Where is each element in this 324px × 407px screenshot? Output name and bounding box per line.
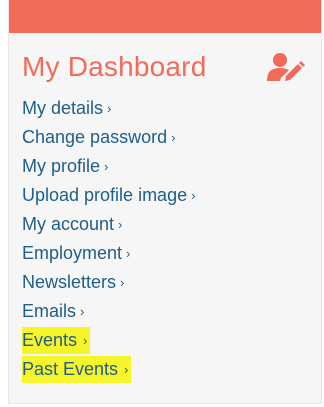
menu-item-label[interactable]: My details bbox=[22, 98, 103, 118]
chevron-right-icon: › bbox=[118, 217, 123, 232]
menu-item-label[interactable]: Past Events bbox=[22, 357, 121, 382]
chevron-right-icon: › bbox=[124, 362, 129, 377]
menu-item-past-events[interactable]: Past Events › bbox=[22, 355, 195, 384]
menu-item-events[interactable]: Events › bbox=[22, 326, 195, 355]
chevron-right-icon: › bbox=[80, 304, 85, 319]
chevron-right-icon: › bbox=[107, 101, 112, 116]
menu-item-employment[interactable]: Employment › bbox=[22, 239, 195, 268]
chevron-right-icon: › bbox=[104, 159, 109, 174]
chevron-right-icon: › bbox=[171, 130, 176, 145]
menu-item-upload-profile-image[interactable]: Upload profile image › bbox=[22, 181, 195, 210]
menu-item-label[interactable]: My profile bbox=[22, 156, 100, 176]
menu-item-label[interactable]: Newsletters bbox=[22, 272, 116, 292]
menu-item-newsletters[interactable]: Newsletters › bbox=[22, 268, 195, 297]
dashboard-menu: My details › Change password › My profile ›… bbox=[22, 94, 195, 384]
menu-item-label[interactable]: Emails bbox=[22, 301, 76, 321]
chevron-right-icon: › bbox=[126, 246, 131, 261]
menu-item-emails[interactable]: Emails › bbox=[22, 297, 195, 326]
menu-item-label[interactable]: Events bbox=[22, 328, 80, 353]
menu-item-label[interactable]: Upload profile image bbox=[22, 185, 187, 205]
menu-item-label[interactable]: Employment bbox=[22, 243, 122, 263]
menu-item-label[interactable]: My account bbox=[22, 214, 114, 234]
page-title: My Dashboard bbox=[22, 51, 207, 82]
menu-item-my-account[interactable]: My account › bbox=[22, 210, 195, 239]
menu-item-my-details[interactable]: My details › bbox=[22, 94, 195, 123]
menu-item-my-profile[interactable]: My profile › bbox=[22, 152, 195, 181]
chevron-right-icon: › bbox=[120, 275, 125, 290]
menu-item-label[interactable]: Change password bbox=[22, 127, 167, 147]
chevron-right-icon: › bbox=[191, 188, 196, 203]
menu-item-change-password[interactable]: Change password › bbox=[22, 123, 195, 152]
chevron-right-icon: › bbox=[83, 333, 88, 348]
user-edit-icon[interactable] bbox=[266, 52, 306, 82]
page: My Dashboard My details › Change password… bbox=[0, 0, 324, 407]
top-bar bbox=[9, 0, 321, 33]
